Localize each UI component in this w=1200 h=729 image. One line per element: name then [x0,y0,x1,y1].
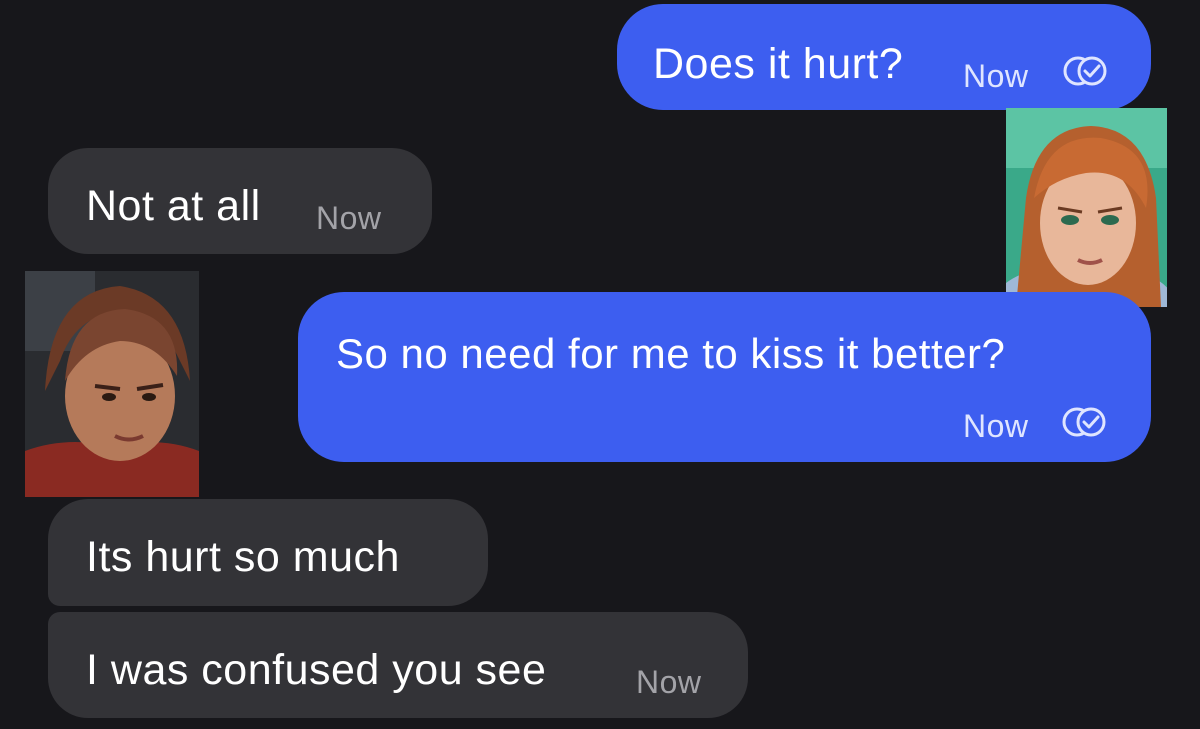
read-receipt-icon [1062,407,1106,437]
message-text: So no need for me to kiss it better? [336,330,1006,377]
message-text: I was confused you see [86,646,547,694]
message-timestamp: Now [963,408,1029,444]
message-text: Not at all [86,182,261,230]
message-bubble-sent[interactable]: Does it hurt? Now [617,4,1151,110]
read-receipt-icon [1063,56,1107,86]
message-bubble-received[interactable]: I was confused you see Now [48,612,748,718]
message-text: Its hurt so much [86,533,400,581]
message-timestamp: Now [636,664,702,700]
portrait-image [1006,108,1167,307]
message-text: Does it hurt? [653,40,904,88]
message-timestamp: Now [316,200,382,236]
message-bubble-sent[interactable]: So no need for me to kiss it better? Now [298,292,1151,462]
message-timestamp: Now [963,58,1029,94]
message-bubble-received[interactable]: Its hurt so much [48,499,488,606]
message-bubble-received[interactable]: Not at all Now [48,148,432,254]
portrait-image [25,271,199,497]
contact-avatar-sender[interactable] [1006,108,1167,307]
contact-avatar-receiver[interactable] [25,271,199,497]
